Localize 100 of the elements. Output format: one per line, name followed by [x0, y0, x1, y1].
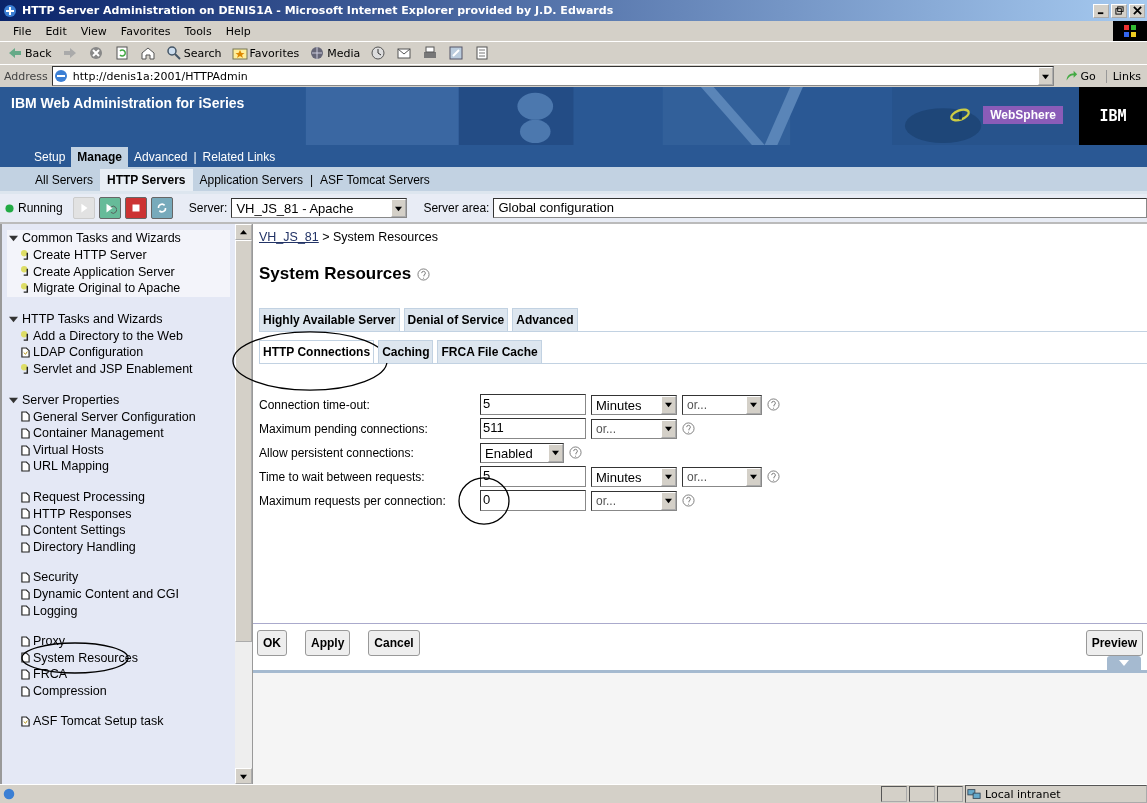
- nav-link[interactable]: Virtual Hosts: [33, 442, 104, 457]
- value-dropdown[interactable]: Enabled: [480, 442, 564, 463]
- option-dropdown[interactable]: or...: [591, 418, 677, 439]
- collapse-button[interactable]: [1107, 656, 1141, 670]
- nav-link[interactable]: Security: [33, 570, 79, 585]
- nav-link[interactable]: ASF Tomcat Setup task: [33, 714, 164, 729]
- settings-tab[interactable]: Denial of Service: [403, 308, 509, 331]
- media-button[interactable]: Media: [306, 43, 364, 63]
- number-field[interactable]: 0: [480, 490, 586, 511]
- help-icon[interactable]: [767, 470, 780, 483]
- search-button[interactable]: Search: [162, 43, 225, 63]
- tab-separator: |: [309, 172, 314, 189]
- restart-server-button[interactable]: [98, 197, 121, 219]
- network-icon: [966, 787, 982, 801]
- server-status: Running: [18, 201, 63, 215]
- nav-link[interactable]: Container Management: [33, 426, 164, 441]
- document-icon: [474, 45, 491, 61]
- nav-section-header[interactable]: Server Properties: [9, 391, 235, 409]
- nav-link[interactable]: Directory Handling: [33, 539, 136, 554]
- nav-link[interactable]: Request Processing: [33, 489, 145, 504]
- form-button[interactable]: OK: [257, 630, 287, 656]
- nav-link[interactable]: Content Settings: [33, 523, 126, 538]
- server-type-tab[interactable]: All Servers: [28, 169, 100, 191]
- nav-link[interactable]: Migrate Original to Apache: [33, 281, 181, 296]
- task-icon: [21, 716, 30, 728]
- help-icon[interactable]: [417, 267, 431, 281]
- nav-tab[interactable]: Manage: [71, 147, 129, 167]
- nav-link[interactable]: General Server Configuration: [33, 409, 196, 424]
- settings-tab[interactable]: HTTP Connections: [259, 340, 375, 363]
- nav-link[interactable]: Logging: [33, 603, 78, 618]
- caret-icon: [9, 314, 18, 324]
- address-field[interactable]: http://denis1a:2001/HTTPAdmin: [51, 66, 1055, 86]
- favorites-button[interactable]: Favorites: [228, 43, 303, 63]
- nav-section-header[interactable]: Common Tasks and Wizards: [9, 230, 230, 247]
- caret-icon: [665, 425, 672, 432]
- unit-dropdown[interactable]: Minutes: [591, 394, 677, 415]
- nav-link[interactable]: HTTP Responses: [33, 506, 132, 521]
- form-button[interactable]: Apply: [305, 630, 351, 656]
- number-field[interactable]: 511: [480, 418, 586, 439]
- help-icon[interactable]: [682, 494, 695, 507]
- settings-tab[interactable]: Caching: [378, 340, 434, 363]
- wizard-icon: [21, 363, 30, 375]
- option-dropdown[interactable]: or...: [591, 490, 677, 511]
- go-button[interactable]: Go: [1058, 68, 1102, 84]
- server-area-field[interactable]: Global configuration: [493, 198, 1147, 218]
- option-dropdown[interactable]: or...: [682, 394, 762, 415]
- option-dropdown[interactable]: or...: [682, 466, 762, 487]
- browser-icon: [2, 2, 18, 19]
- nav-link[interactable]: LDAP Configuration: [33, 345, 144, 360]
- nav-link[interactable]: FRCA: [33, 667, 68, 682]
- breadcrumb-link[interactable]: VH_JS_81: [259, 230, 319, 244]
- nav-link[interactable]: Add a Directory to the Web: [33, 328, 183, 343]
- unit-dropdown[interactable]: Minutes: [591, 466, 677, 487]
- settings-tab[interactable]: Advanced: [512, 308, 578, 331]
- caret-icon: [395, 204, 403, 212]
- stop-server-button[interactable]: [124, 197, 147, 219]
- settings-tab[interactable]: FRCA File Cache: [437, 340, 542, 363]
- field-label: Connection time-out:: [259, 397, 371, 412]
- close-button[interactable]: [1129, 3, 1145, 18]
- menu-item[interactable]: Tools: [177, 24, 219, 38]
- server-dropdown[interactable]: VH_JS_81 - Apache: [231, 198, 408, 218]
- field-label: Maximum pending connections:: [259, 421, 429, 436]
- help-icon[interactable]: [569, 446, 582, 459]
- wizard-icon: [21, 330, 30, 342]
- help-icon[interactable]: [767, 398, 780, 411]
- nav-tab[interactable]: Setup: [28, 147, 72, 167]
- nav-link[interactable]: Create HTTP Server: [33, 248, 147, 262]
- restore-button[interactable]: [1111, 3, 1127, 18]
- help-icon[interactable]: [682, 422, 695, 435]
- refresh-icon: [113, 45, 130, 61]
- scrollbar[interactable]: [235, 224, 252, 784]
- refresh-server-button[interactable]: [150, 197, 173, 219]
- nav-link[interactable]: Servlet and JSP Enablement: [33, 361, 193, 376]
- menu-item[interactable]: View: [73, 24, 114, 38]
- menu-item[interactable]: File: [6, 24, 39, 38]
- minimize-button[interactable]: [1093, 3, 1109, 18]
- nav-section-header[interactable]: HTTP Tasks and Wizards: [9, 310, 235, 328]
- nav-link[interactable]: Create Application Server: [33, 264, 175, 279]
- nav-tab[interactable]: Related Links: [196, 147, 282, 167]
- server-type-tab[interactable]: HTTP Servers: [100, 169, 193, 191]
- server-type-tab[interactable]: ASF Tomcat Servers: [313, 169, 437, 191]
- links-button[interactable]: Links: [1105, 69, 1147, 83]
- menu-item[interactable]: Favorites: [113, 24, 178, 38]
- stop-icon: [87, 45, 104, 61]
- number-field[interactable]: 5: [480, 394, 586, 415]
- settings-tab[interactable]: Highly Available Server: [259, 308, 400, 331]
- nav-link[interactable]: Proxy: [33, 634, 65, 649]
- address-label: Address: [4, 69, 48, 83]
- nav-tab[interactable]: Advanced: [128, 147, 194, 167]
- nav-link[interactable]: Dynamic Content and CGI: [33, 586, 179, 601]
- menu-item[interactable]: Help: [218, 24, 258, 38]
- caret-icon: [552, 449, 559, 456]
- form-button[interactable]: Cancel: [368, 630, 420, 656]
- nav-link[interactable]: URL Mapping: [33, 459, 109, 474]
- nav-link[interactable]: Compression: [33, 683, 107, 698]
- back-button[interactable]: Back: [4, 43, 55, 63]
- server-type-tab[interactable]: Application Servers: [192, 169, 310, 191]
- preview-button[interactable]: Preview: [1085, 630, 1143, 656]
- menu-item[interactable]: Edit: [38, 24, 74, 38]
- edit-icon: [448, 45, 465, 61]
